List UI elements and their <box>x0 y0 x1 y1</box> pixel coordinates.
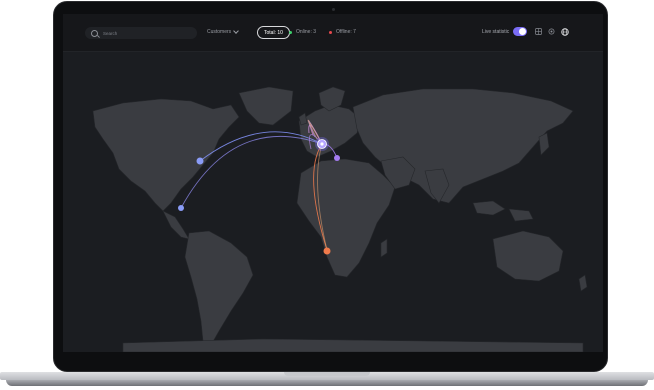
online-dot-icon <box>289 30 292 34</box>
offline-label: Offline: 7 <box>336 29 356 35</box>
search-input[interactable]: Search <box>85 27 197 39</box>
search-placeholder: Search <box>103 30 118 36</box>
customers-dropdown[interactable]: Customers <box>207 28 240 35</box>
world-map[interactable] <box>63 53 603 352</box>
online-filter[interactable]: Online: 3 <box>289 29 316 35</box>
camera <box>332 8 335 11</box>
chevron-down-icon <box>233 28 240 34</box>
total-label: Total: 10 <box>264 29 283 36</box>
search-icon <box>91 29 98 37</box>
world-map-svg <box>63 53 603 352</box>
total-filter[interactable]: Total: 10 <box>257 26 290 39</box>
node-north-america[interactable] <box>196 157 204 165</box>
live-statistic-toggle[interactable] <box>513 27 527 36</box>
customers-label: Customers <box>207 29 232 35</box>
laptop-base <box>0 372 654 390</box>
laptop-frame: Search Customers Total: 10 Online: 3 Off… <box>0 0 654 390</box>
node-caribbean[interactable] <box>178 205 184 211</box>
app-screen: Search Customers Total: 10 Online: 3 Off… <box>63 14 603 352</box>
live-statistic-label: Live statistic <box>482 29 510 35</box>
grid-icon[interactable] <box>534 27 543 36</box>
top-bar: Search Customers Total: 10 Online: 3 Off… <box>63 14 603 52</box>
hub-core <box>320 142 324 146</box>
base-bottom <box>6 380 648 386</box>
offline-filter[interactable]: Offline: 7 <box>329 29 356 35</box>
node-africa[interactable] <box>323 247 331 255</box>
online-label: Online: 3 <box>296 29 317 35</box>
offline-dot-icon <box>329 30 332 34</box>
node-europe-east[interactable] <box>334 155 340 161</box>
settings-icon[interactable] <box>547 27 556 36</box>
globe-icon[interactable] <box>560 27 569 36</box>
base-notch <box>284 372 370 376</box>
